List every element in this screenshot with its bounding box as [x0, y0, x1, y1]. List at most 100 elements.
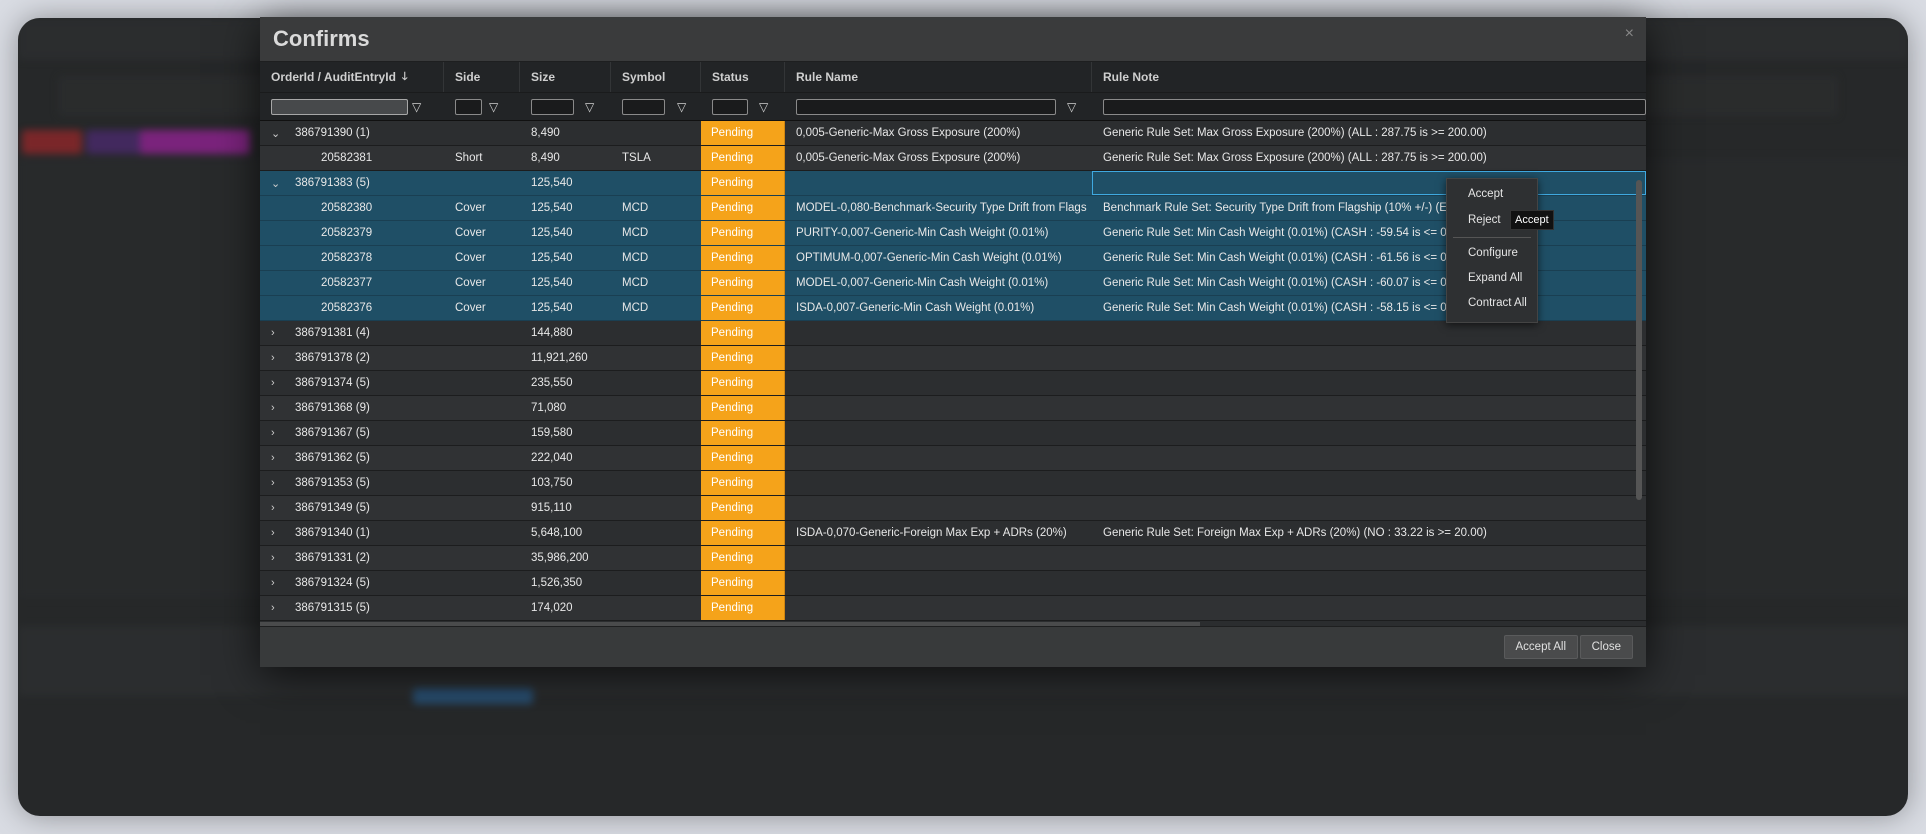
side-cell: [444, 546, 520, 570]
column-header-rule-note[interactable]: Rule Note: [1092, 62, 1646, 92]
column-header-status[interactable]: Status: [701, 62, 785, 92]
chevron-right-icon[interactable]: ›: [271, 377, 285, 389]
group-row[interactable]: › 386791374 (5) 235,550 Pending: [260, 371, 1646, 396]
orderid-filter-input[interactable]: [271, 98, 408, 115]
orderid-cell: 20582377: [260, 271, 444, 295]
filter-funnel-icon[interactable]: ▽: [412, 100, 421, 114]
menu-item-expand-all[interactable]: Expand All: [1468, 272, 1522, 284]
rule-name-cell: [785, 596, 1092, 620]
column-header-size[interactable]: Size: [520, 62, 611, 92]
dialog-close-icon[interactable]: ×: [1625, 25, 1634, 43]
side-cell: [444, 471, 520, 495]
orderid-cell: 20582376: [260, 296, 444, 320]
rule-note-cell: [1092, 421, 1646, 445]
chevron-right-icon[interactable]: ›: [271, 402, 285, 414]
child-row[interactable]: 20582381 Short 8,490 TSLA Pending 0,005-Gener…: [260, 146, 1646, 171]
confirms-grid: OrderId / AuditEntryId 🡓 Side Size Symbo…: [260, 62, 1646, 627]
symbol-filter-input[interactable]: [622, 98, 665, 115]
column-header-rule-name[interactable]: Rule Name: [785, 62, 1092, 92]
filter-funnel-icon[interactable]: ▽: [1067, 100, 1076, 114]
group-row[interactable]: › 386791349 (5) 915,110 Pending: [260, 496, 1646, 521]
symbol-cell: MCD: [622, 277, 649, 289]
menu-item-contract-all[interactable]: Contract All: [1468, 297, 1527, 309]
accept-all-button[interactable]: Accept All: [1503, 635, 1578, 659]
group-row[interactable]: › 386791331 (2) 35,986,200 Pending: [260, 546, 1646, 571]
side-cell: [444, 121, 520, 145]
group-row[interactable]: ⌄ 386791390 (1) 8,490 Pending 0,005-Generic-…: [260, 121, 1646, 146]
child-row[interactable]: 20582377 Cover 125,540 MCD Pending MODEL-0,00…: [260, 271, 1646, 296]
column-header-orderid[interactable]: OrderId / AuditEntryId 🡓: [260, 62, 444, 92]
chevron-right-icon[interactable]: ›: [271, 502, 285, 514]
chevron-right-icon[interactable]: ›: [271, 352, 285, 364]
filter-funnel-icon[interactable]: ▽: [585, 100, 594, 114]
sort-descending-icon: 🡓: [401, 70, 408, 83]
column-header-symbol[interactable]: Symbol: [611, 62, 701, 92]
chevron-right-icon[interactable]: ›: [271, 452, 285, 464]
filter-funnel-icon[interactable]: ▽: [489, 100, 498, 114]
rule-name-cell: ISDA-0,070-Generic-Foreign Max Exp + ADR…: [796, 527, 1067, 539]
chevron-down-icon[interactable]: ⌄: [271, 127, 285, 140]
group-row[interactable]: › 386791368 (9) 71,080 Pending: [260, 396, 1646, 421]
child-row[interactable]: 20582380 Cover 125,540 MCD Pending MODEL-0,08…: [260, 196, 1646, 221]
group-row[interactable]: › 386791353 (5) 103,750 Pending: [260, 471, 1646, 496]
chevron-right-icon[interactable]: ›: [271, 527, 285, 539]
dialog-footer: Accept All Close: [260, 626, 1646, 667]
group-row[interactable]: › 386791315 (5) 174,020 Pending: [260, 596, 1646, 621]
menu-item-accept[interactable]: Accept: [1468, 188, 1503, 200]
side-cell: Cover: [455, 302, 486, 314]
orderid-cell: › 386791367 (5): [260, 421, 444, 445]
child-row[interactable]: 20582379 Cover 125,540 MCD Pending PURITY-0,0…: [260, 221, 1646, 246]
vertical-scrollbar[interactable]: [1636, 180, 1642, 500]
orderid-cell: 20582379: [260, 221, 444, 245]
group-row[interactable]: ⌄ 386791383 (5) 125,540 Pending: [260, 171, 1646, 196]
orderid-text: 386791331 (2): [295, 552, 370, 564]
menu-item-configure[interactable]: Configure: [1468, 247, 1518, 259]
group-row[interactable]: › 386791381 (4) 144,880 Pending: [260, 321, 1646, 346]
symbol-cell: [611, 171, 701, 195]
orderid-text: 20582378: [321, 252, 373, 264]
rule-name-cell: [785, 371, 1092, 395]
side-cell: [444, 571, 520, 595]
status-badge: Pending: [701, 546, 785, 570]
chevron-right-icon[interactable]: ›: [271, 577, 285, 589]
column-header-label: Rule Note: [1103, 70, 1160, 84]
rule-name-cell: [785, 546, 1092, 570]
column-header-side[interactable]: Side: [444, 62, 520, 92]
size-filter-input[interactable]: [531, 98, 574, 115]
filter-funnel-icon[interactable]: ▽: [759, 100, 768, 114]
status-badge: Pending: [701, 146, 785, 170]
chevron-right-icon[interactable]: ›: [271, 477, 285, 489]
child-row[interactable]: 20582378 Cover 125,540 MCD Pending OPTIMUM-0,…: [260, 246, 1646, 271]
filter-funnel-icon[interactable]: ▽: [677, 100, 686, 114]
group-row[interactable]: › 386791367 (5) 159,580 Pending: [260, 421, 1646, 446]
chevron-right-icon[interactable]: ›: [271, 427, 285, 439]
side-filter-input[interactable]: [455, 98, 482, 115]
rule-note-cell: Generic Rule Set: Max Gross Exposure (20…: [1103, 152, 1487, 164]
rule-name-cell: [785, 171, 1092, 195]
chevron-right-icon[interactable]: ›: [271, 552, 285, 564]
orderid-text: 20582376: [321, 302, 373, 314]
status-badge: Pending: [701, 571, 785, 595]
status-filter-input[interactable]: [712, 98, 748, 115]
group-row[interactable]: › 386791362 (5) 222,040 Pending: [260, 446, 1646, 471]
chevron-down-icon[interactable]: ⌄: [271, 177, 285, 190]
group-row[interactable]: › 386791378 (2) 11,921,260 Pending: [260, 346, 1646, 371]
group-row[interactable]: › 386791340 (1) 5,648,100 Pending ISDA-0,070…: [260, 521, 1646, 546]
close-button[interactable]: Close: [1579, 635, 1633, 659]
child-row[interactable]: 20582376 Cover 125,540 MCD Pending ISDA-0,007…: [260, 296, 1646, 321]
orderid-cell: › 386791362 (5): [260, 446, 444, 470]
chevron-right-icon[interactable]: ›: [271, 327, 285, 339]
rule-name-filter-input[interactable]: [796, 98, 1056, 115]
chevron-right-icon[interactable]: ›: [271, 602, 285, 614]
rule-name-cell: [785, 571, 1092, 595]
group-row[interactable]: › 386791324 (5) 1,526,350 Pending: [260, 571, 1646, 596]
menu-item-reject[interactable]: Reject: [1468, 214, 1501, 226]
side-cell: [444, 446, 520, 470]
rule-note-filter-input[interactable]: [1103, 98, 1646, 115]
filter-cell-side: ▽: [444, 93, 520, 120]
symbol-cell: [611, 371, 701, 395]
orderid-text: 20582377: [321, 277, 373, 289]
orderid-cell: ⌄ 386791390 (1): [260, 121, 444, 145]
side-cell: [444, 346, 520, 370]
size-cell: 5,648,100: [531, 527, 583, 539]
